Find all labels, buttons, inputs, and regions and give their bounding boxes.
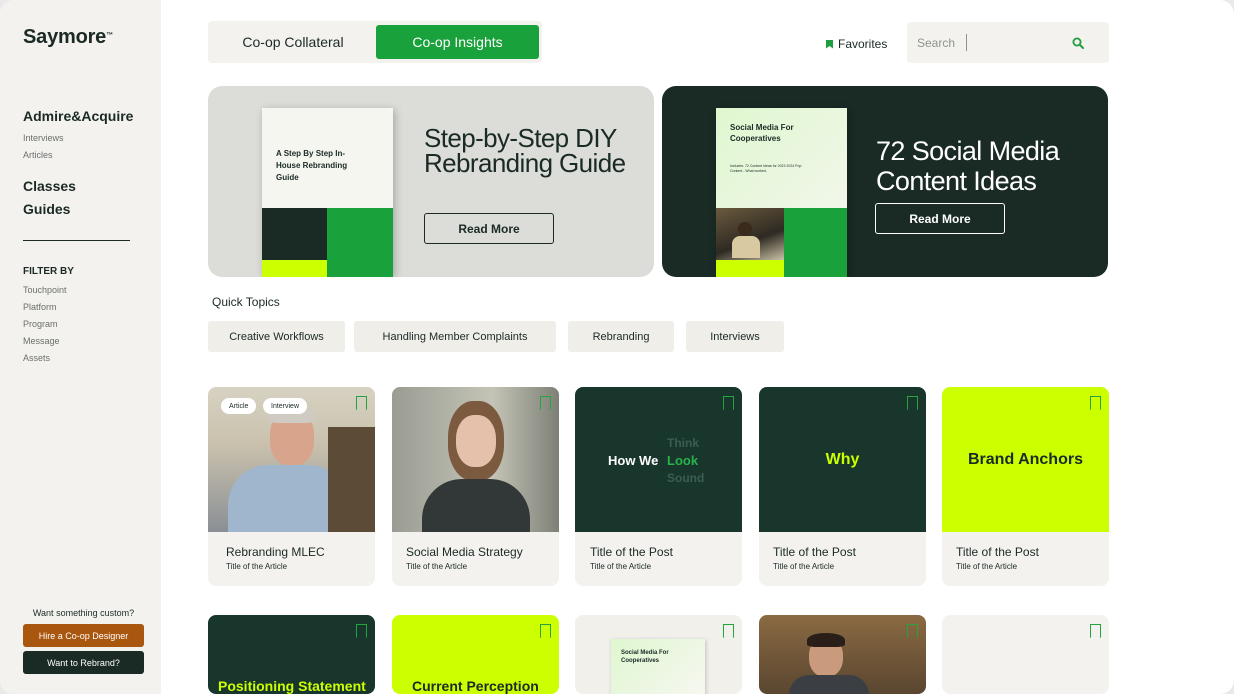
card-image-text: Current Perception [412, 678, 539, 694]
card-image-word: Think [667, 436, 699, 450]
bookmark-icon[interactable] [356, 624, 367, 638]
filter-touchpoint[interactable]: Touchpoint [23, 285, 67, 295]
filter-program[interactable]: Program [23, 319, 58, 329]
post-card[interactable]: Current Perception [392, 615, 559, 694]
card-image-text: How We [608, 453, 659, 468]
tag-article[interactable]: Article [221, 398, 257, 414]
search-icon[interactable] [1072, 37, 1084, 49]
post-card[interactable] [759, 615, 926, 694]
search-box [907, 22, 1109, 63]
post-card-title: Title of the Post [773, 545, 856, 559]
logo-text: Saymore [23, 26, 107, 48]
logo[interactable]: Saymore™ [23, 26, 113, 49]
book-cover-title: Social Media For Cooperatives [730, 123, 794, 143]
post-card-title: Title of the Post [956, 545, 1039, 559]
topic-chip-interviews[interactable]: Interviews [686, 321, 784, 352]
card-image-text: Why [825, 450, 860, 468]
filter-message[interactable]: Message [23, 336, 60, 346]
post-card-title: Rebranding MLEC [226, 545, 325, 559]
social-media-book-cover: Social Media For Cooperatives Includes: … [716, 108, 847, 277]
favorites-link[interactable]: Favorites [826, 37, 887, 51]
sidebar-link-guides[interactable]: Guides [23, 201, 70, 217]
sidebar-link-interviews[interactable]: Interviews [23, 133, 64, 143]
card-image-text: Brand Anchors [968, 450, 1083, 468]
sidebar-link-classes[interactable]: Classes [23, 178, 76, 194]
bookmark-icon[interactable] [723, 624, 734, 638]
hero-rebranding-guide[interactable]: A Step By Step In-House Rebranding Guide… [208, 86, 654, 277]
hire-designer-button[interactable]: Hire a Co-op Designer [23, 624, 144, 647]
post-card-subtitle: Title of the Article [406, 562, 468, 571]
filter-platform[interactable]: Platform [23, 302, 57, 312]
sidebar-link-articles[interactable]: Articles [23, 150, 53, 160]
book-cover-block-dark [262, 208, 327, 260]
post-card-image [759, 615, 926, 694]
book-cover-block-lime [716, 260, 784, 277]
topic-chip-member-complaints[interactable]: Handling Member Complaints [354, 321, 556, 352]
filter-heading: FILTER BY [23, 266, 74, 277]
bookmark-icon[interactable] [1090, 624, 1101, 638]
tab-coop-collateral[interactable]: Co-op Collateral [212, 25, 374, 59]
read-more-button[interactable]: Read More [424, 213, 554, 244]
rebranding-guide-book-cover: A Step By Step In-House Rebranding Guide [262, 108, 393, 277]
post-card[interactable]: Social Media Strategy Title of the Artic… [392, 387, 559, 586]
post-card-title: Title of the Post [590, 545, 673, 559]
book-cover-subtitle: Includes: 72 Content Ideas for 2023 2024… [730, 164, 802, 173]
card-image-text: Social Media For Cooperatives [621, 650, 669, 664]
sidebar-divider [23, 240, 130, 241]
post-card-image: Why [759, 387, 926, 532]
post-card-subtitle: Title of the Article [590, 562, 652, 571]
favorites-label: Favorites [838, 37, 888, 51]
filter-assets[interactable]: Assets [23, 353, 50, 363]
post-card-image [392, 387, 559, 532]
logo-trademark: ™ [106, 32, 113, 39]
read-more-button[interactable]: Read More [875, 203, 1005, 234]
card-image-word: Look [667, 453, 699, 468]
topic-chip-creative-workflows[interactable]: Creative Workflows [208, 321, 345, 352]
topic-chip-rebranding[interactable]: Rebranding [568, 321, 674, 352]
hero-title: 72 Social Media Content Ideas [876, 136, 1060, 196]
app-window: Saymore™ Admire&Acquire Interviews Artic… [0, 0, 1234, 694]
post-card-image: How We Think Look Sound [575, 387, 742, 532]
sidebar: Saymore™ Admire&Acquire Interviews Artic… [0, 0, 161, 694]
want-to-rebrand-button[interactable]: Want to Rebrand? [23, 651, 144, 674]
search-input[interactable] [917, 32, 1067, 53]
hero-title: Step-by-Step DIY Rebranding Guide [424, 123, 626, 178]
book-cover-title: A Step By Step In-House Rebranding Guide [276, 149, 348, 182]
post-card-subtitle: Title of the Article [956, 562, 1018, 571]
post-card[interactable]: Article Interview Rebranding MLEC Title … [208, 387, 375, 586]
quick-topics-label: Quick Topics [212, 295, 280, 309]
tab-coop-insights[interactable]: Co-op Insights [376, 25, 539, 59]
post-card[interactable]: Why Title of the Post Title of the Artic… [759, 387, 926, 586]
post-card-title: Social Media Strategy [406, 545, 523, 559]
post-card[interactable]: Brand Anchors Title of the Post Title of… [942, 387, 1109, 586]
post-card[interactable]: Social Media For Cooperatives [575, 615, 742, 694]
book-cover-thumbnail: Social Media For Cooperatives [611, 639, 705, 694]
sidebar-brand-heading[interactable]: Admire&Acquire [23, 108, 133, 124]
book-cover-block-green [784, 208, 847, 277]
custom-prompt: Want something custom? [32, 608, 135, 618]
post-card[interactable]: How We Think Look Sound Title of the Pos… [575, 387, 742, 586]
bookmark-icon[interactable] [540, 624, 551, 638]
book-cover-block-lime [262, 260, 327, 277]
tab-bar: Co-op Collateral Co-op Insights [208, 21, 542, 63]
bookmark-icon [826, 39, 833, 49]
post-card-subtitle: Title of the Article [226, 562, 288, 571]
post-card-image: Brand Anchors [942, 387, 1109, 532]
post-card-subtitle: Title of the Article [773, 562, 835, 571]
post-card[interactable] [942, 615, 1109, 694]
book-cover-block-green [327, 208, 393, 277]
card-image-text: Positioning Statement [218, 678, 366, 694]
hero-social-media-ideas[interactable]: Social Media For Cooperatives Includes: … [662, 86, 1108, 277]
post-card[interactable]: Positioning Statement [208, 615, 375, 694]
card-image-word: Sound [667, 471, 705, 485]
text-caret [966, 34, 967, 51]
tag-interview[interactable]: Interview [263, 398, 308, 414]
book-cover-photo [716, 208, 784, 260]
